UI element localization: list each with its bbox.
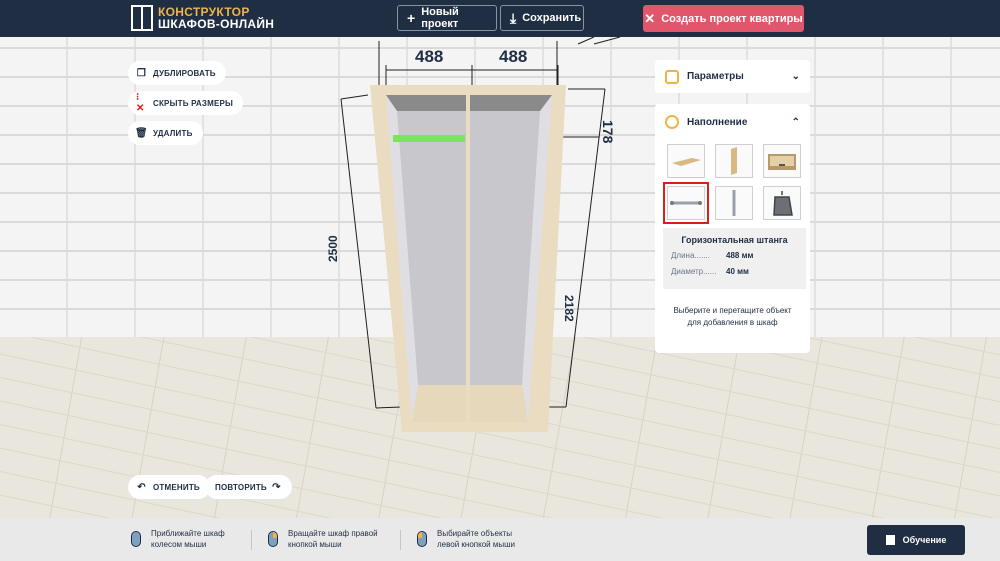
save-button[interactable]: ⤓ Сохранить [500, 5, 584, 31]
parameters-icon [665, 69, 679, 84]
length-value: 488 мм [726, 251, 754, 260]
dim-top-offset: 178 [600, 120, 616, 144]
vertical-rod-icon [732, 190, 736, 216]
dim-right-width: 488 [499, 47, 528, 66]
redo-button[interactable]: ПОВТОРИТЬ ↷ [205, 475, 292, 499]
horizontal-rod-placement[interactable] [393, 135, 465, 142]
save-label: Сохранить [522, 12, 582, 24]
book-icon [885, 535, 895, 545]
drag-hint: Выберите и перетащите объект для добавле… [673, 306, 792, 327]
vertical-divider-item[interactable] [715, 144, 753, 178]
wardrobe-top-shadow-right [470, 95, 552, 111]
chevron-down-icon: ⌄ [791, 71, 800, 82]
duplicate-icon: ❐ [136, 67, 147, 79]
parameters-header[interactable]: Параметры ⌄ [655, 60, 810, 93]
top-bar: КОНСТРУКТОР ШКАФОВ-ОНЛАЙН + Новый проект… [0, 0, 1000, 37]
hide-dimensions-icon: ⁝✕ [136, 92, 145, 114]
mouse-right-button-icon [268, 531, 278, 547]
dim-inner-height: 2182 [562, 295, 576, 322]
vertical-panel-icon [731, 147, 737, 175]
delete-button[interactable]: 🗑 УДАЛИТЬ [128, 121, 203, 145]
bottom-bar: Приближайте шкаф колесом мыши Вращайте ш… [0, 518, 1000, 561]
dim-total-height: 2500 [326, 235, 340, 262]
hanger-section-icon [665, 115, 679, 129]
undo-arrow-icon: ↶ [137, 481, 146, 493]
tip-select-line1: Выбирайте объекты [437, 529, 512, 538]
redo-arrow-icon: ↷ [272, 481, 281, 493]
tip-rotate-line2: кнопкой мыши [288, 540, 342, 549]
filling-label: Наполнение [687, 116, 748, 128]
new-project-button[interactable]: + Новый проект [397, 5, 497, 31]
wardrobe-top-shadow-left [386, 95, 466, 111]
tip-zoom: Приближайте шкаф колесом мыши [131, 528, 225, 550]
trash-icon: 🗑 [135, 127, 148, 139]
diameter-row: Диаметр...... 40 мм [671, 267, 798, 276]
right-panel: Параметры ⌄ [655, 60, 810, 93]
divider [400, 530, 401, 550]
filling-panel: Наполнение ⌃ Горизонтальная штанга Длина… [655, 104, 810, 353]
filling-header[interactable]: Наполнение ⌃ [655, 104, 810, 140]
selected-item-title: Горизонтальная штанга [681, 235, 788, 245]
wardrobe-logo-icon [131, 5, 153, 31]
hanger-clothes-icon [773, 191, 793, 216]
selected-item-info: Горизонтальная штанга Длина....... 488 м… [663, 228, 806, 289]
mouse-left-button-icon [417, 531, 427, 547]
undo-button[interactable]: ↶ ОТМЕНИТЬ [128, 475, 210, 499]
horizontal-rod-item[interactable] [663, 182, 709, 224]
shelf-item[interactable] [667, 144, 705, 178]
mouse-wheel-icon [131, 531, 141, 547]
shelf-icon [672, 158, 701, 166]
drawer-item[interactable] [763, 144, 801, 178]
diameter-value: 40 мм [726, 267, 749, 276]
length-label: Длина....... [671, 251, 710, 260]
wardrobe-divider [466, 95, 470, 425]
filling-items-grid [655, 140, 810, 224]
tip-zoom-line2: колесом мыши [151, 540, 207, 549]
tutorial-label: Обучение [902, 535, 947, 545]
tip-rotate: Вращайте шкаф правой кнопкой мыши [268, 528, 378, 550]
wardrobe-bottom-left [412, 385, 466, 422]
tip-rotate-line1: Вращайте шкаф правой [288, 529, 378, 538]
vertical-rod-item[interactable] [715, 186, 753, 220]
horizontal-rod-icon [670, 201, 702, 205]
create-apartment-button[interactable]: ✕ Создать проект квартиры [643, 5, 804, 32]
tools-icon: ✕ [644, 10, 656, 26]
logo-line2: ШКАФОВ-ОНЛАЙН [158, 17, 275, 31]
tip-select: Выбирайте объекты левой кнопкой мыши [417, 528, 515, 550]
duplicate-button[interactable]: ❐ ДУБЛИРОВАТЬ [128, 61, 226, 85]
length-row: Длина....... 488 мм [671, 251, 798, 260]
scene-viewport[interactable]: 488 488 2500 2182 178 ❐ ДУБЛИРОВАТЬ ⁝✕ С… [0, 37, 1000, 518]
delete-label: УДАЛИТЬ [153, 128, 193, 138]
plus-icon: + [407, 10, 416, 26]
drawer-icon [768, 154, 796, 170]
hide-dimensions-label: СКРЫТЬ РАЗМЕРЫ [153, 98, 234, 108]
tutorial-button[interactable]: Обучение [867, 525, 965, 555]
tip-select-line2: левой кнопкой мыши [437, 540, 515, 549]
new-project-label: Новый проект [421, 6, 459, 30]
download-icon: ⤓ [510, 9, 517, 26]
hide-dimensions-button[interactable]: ⁝✕ СКРЫТЬ РАЗМЕРЫ [128, 91, 244, 115]
tip-zoom-line1: Приближайте шкаф [151, 529, 225, 538]
duplicate-label: ДУБЛИРОВАТЬ [153, 68, 216, 78]
redo-label: ПОВТОРИТЬ [215, 482, 267, 492]
parameters-label: Параметры [687, 71, 744, 82]
wardrobe-bottom-right [470, 385, 528, 422]
undo-label: ОТМЕНИТЬ [153, 482, 200, 492]
dim-left-width: 488 [415, 47, 444, 66]
diameter-label: Диаметр...... [671, 267, 717, 276]
logo[interactable]: КОНСТРУКТОР ШКАФОВ-ОНЛАЙН [131, 5, 274, 31]
divider [251, 530, 252, 550]
create-apartment-label: Создать проект квартиры [661, 12, 803, 25]
chevron-up-icon: ⌃ [791, 116, 800, 128]
hanger-item[interactable] [763, 186, 801, 220]
